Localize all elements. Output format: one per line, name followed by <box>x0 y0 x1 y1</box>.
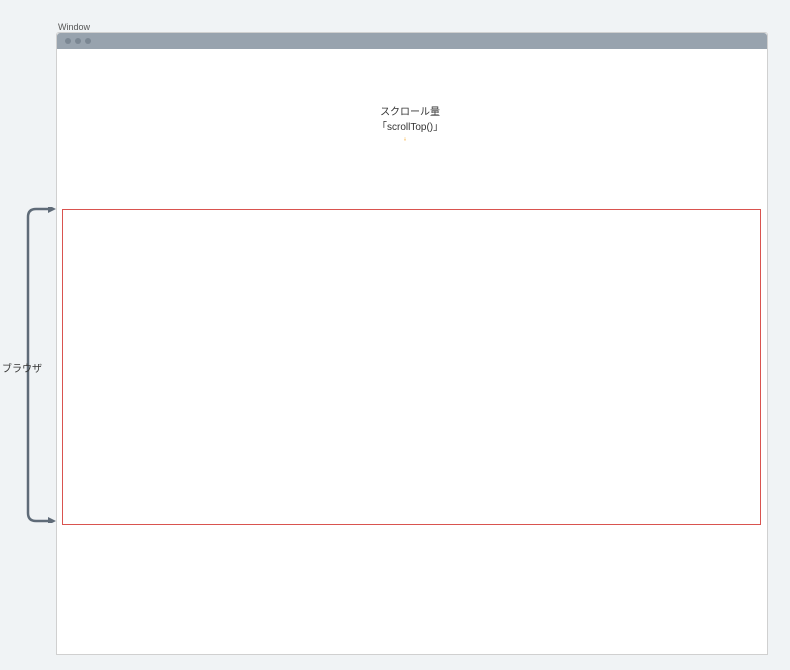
browser-label: ブラウザ <box>2 360 42 375</box>
traffic-light-close-icon <box>65 38 71 44</box>
scroll-amount-label: スクロール量 「scrollTop()」 <box>377 103 443 137</box>
traffic-light-minimize-icon <box>75 38 81 44</box>
window-label: Window <box>58 22 90 32</box>
scroll-label-line2: 「scrollTop()」 <box>377 120 443 135</box>
viewport-box <box>62 209 761 525</box>
scroll-label-line1: スクロール量 <box>377 105 443 120</box>
window-titlebar <box>57 33 767 49</box>
traffic-light-zoom-icon <box>85 38 91 44</box>
window-frame: スクロール量 「scrollTop()」 <box>56 32 768 655</box>
